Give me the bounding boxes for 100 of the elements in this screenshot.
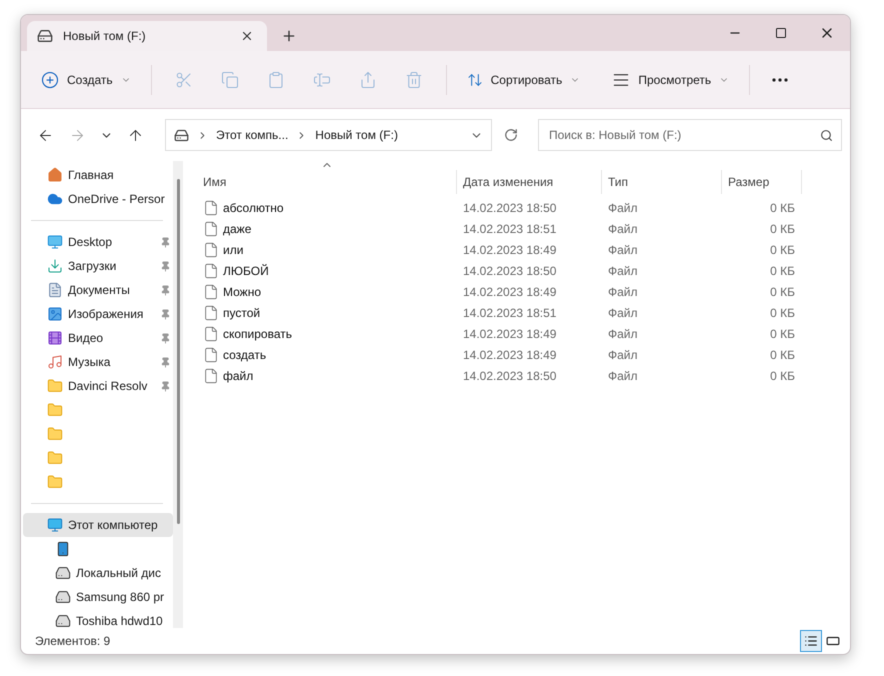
file-name[interactable]: или	[197, 242, 457, 258]
date-cell-text: 14.02.2023 18:49	[462, 348, 558, 362]
copy-icon	[220, 70, 239, 88]
sidebar-item[interactable]: Документы	[23, 278, 173, 302]
column-header[interactable]: Дата изменения	[457, 170, 602, 194]
folder-icon	[47, 402, 63, 418]
sidebar-item[interactable]: Главная	[23, 163, 173, 187]
type-cell-text: Файл	[607, 200, 639, 214]
address-bar[interactable]: Этот компь... Новый том (F:)	[165, 119, 492, 151]
list-icon	[804, 634, 818, 648]
sidebar-item[interactable]: OneDrive - Persor	[23, 187, 173, 211]
file-icon	[203, 304, 219, 320]
file-name[interactable]: ЛЮБОЙ	[197, 262, 457, 278]
file-icon	[203, 326, 219, 342]
drive-icon	[37, 28, 53, 44]
column-header[interactable]: Имя	[197, 170, 457, 194]
clipboard-icon	[266, 70, 285, 88]
download-icon	[47, 258, 63, 274]
folder-icon	[47, 450, 63, 466]
breadcrumb[interactable]: Этот компь...	[216, 128, 288, 142]
file-icon	[203, 346, 219, 362]
column-header[interactable]: Тип	[602, 170, 722, 194]
size-cell-text: 0 КБ	[769, 242, 796, 256]
sidebar-item[interactable]: Desktop	[23, 230, 173, 254]
file-name[interactable]: создать	[197, 346, 457, 362]
size-cell-text: 0 КБ	[769, 348, 796, 362]
music-icon	[47, 354, 63, 370]
file-name[interactable]: даже	[197, 220, 457, 236]
column-header[interactable]: Размер	[722, 170, 802, 194]
type-cell-text: Файл	[607, 222, 639, 236]
sort-icon	[466, 72, 483, 88]
scrollbar[interactable]	[173, 161, 183, 628]
sidebar-item[interactable]: Этот компьютер	[23, 513, 173, 537]
type-cell-text: Файл	[607, 264, 639, 278]
document-icon	[47, 282, 63, 298]
scissors-icon	[174, 70, 193, 88]
search-box[interactable]: Поиск в: Новый том (F:)	[538, 119, 842, 151]
rename-icon	[312, 70, 331, 88]
drive-icon	[174, 128, 189, 142]
file-icon	[203, 242, 219, 258]
size-cell-text: 0 КБ	[769, 200, 796, 214]
search-icon	[820, 128, 833, 142]
file-name[interactable]: Можно	[197, 284, 457, 300]
cloud-icon	[47, 191, 63, 207]
folder-icon	[47, 378, 63, 394]
folder-icon	[47, 426, 63, 442]
file-icon	[203, 200, 219, 216]
monitor-icon	[47, 234, 63, 250]
file-icon	[203, 220, 219, 236]
file-name[interactable]: абсолютно	[197, 200, 457, 216]
view-button[interactable]: Просмотреть	[604, 62, 738, 96]
tab-title: Новый том (F:)	[63, 29, 147, 43]
drive-icon	[55, 565, 71, 581]
phone-icon	[55, 541, 71, 557]
sidebar-item[interactable]: Загрузки	[23, 254, 173, 278]
date-cell-text: 14.02.2023 18:51	[462, 306, 558, 320]
size-cell-text: 0 КБ	[769, 326, 796, 340]
size-cell-text: 0 КБ	[769, 222, 796, 236]
type-cell-text: Файл	[607, 242, 639, 256]
share-icon	[358, 70, 377, 88]
file-name[interactable]: файл	[197, 368, 457, 384]
drive-icon	[55, 613, 71, 628]
item-count: Элементов: 9	[35, 634, 110, 648]
scrollbar-thumb[interactable]	[176, 179, 180, 524]
date-cell-text: 14.02.2023 18:49	[462, 326, 558, 340]
film-icon	[47, 330, 63, 346]
type-cell-text: Файл	[607, 368, 639, 382]
computer-icon	[47, 517, 63, 533]
close-icon	[240, 29, 254, 43]
sidebar-item[interactable]: Видео	[23, 326, 173, 350]
type-cell-text: Файл	[607, 326, 639, 340]
sidebar-item[interactable]: Samsung 860 pr	[23, 585, 173, 609]
date-cell-text: 14.02.2023 18:49	[462, 284, 558, 298]
plus-circle-icon	[41, 70, 59, 88]
refresh-icon	[504, 128, 518, 142]
date-cell-text: 14.02.2023 18:50	[462, 368, 558, 382]
maximize-icon	[775, 27, 787, 39]
sort-button[interactable]: Сортировать	[458, 62, 588, 96]
type-cell-text: Файл	[607, 284, 639, 298]
sidebar-item[interactable]: Toshiba hdwd10	[23, 609, 173, 628]
details-view-button[interactable]	[800, 630, 822, 652]
sidebar-item[interactable]: Локальный дис	[23, 561, 173, 585]
file-name[interactable]: пустой	[197, 304, 457, 320]
sidebar-item[interactable]: Davinci Resolv	[23, 374, 173, 398]
breadcrumb[interactable]: Новый том (F:)	[315, 128, 398, 142]
file-name[interactable]: скопировать	[197, 326, 457, 342]
sidebar-item[interactable]: Музыка	[23, 350, 173, 374]
file-icon	[203, 262, 219, 278]
size-cell-text: 0 КБ	[769, 284, 796, 298]
type-cell-text: Файл	[607, 348, 639, 362]
date-cell-text: 14.02.2023 18:50	[462, 200, 558, 214]
window-tab[interactable]: Новый том (F:)	[27, 21, 267, 51]
tile-icon	[826, 634, 840, 648]
date-cell-text: 14.02.2023 18:51	[462, 222, 558, 236]
create-button[interactable]: Создать	[33, 62, 139, 96]
sidebar-item[interactable]: Изображения	[23, 302, 173, 326]
home-icon	[47, 167, 63, 183]
size-cell-text: 0 КБ	[769, 368, 796, 382]
picture-icon	[47, 306, 63, 322]
date-cell-text: 14.02.2023 18:49	[462, 242, 558, 256]
